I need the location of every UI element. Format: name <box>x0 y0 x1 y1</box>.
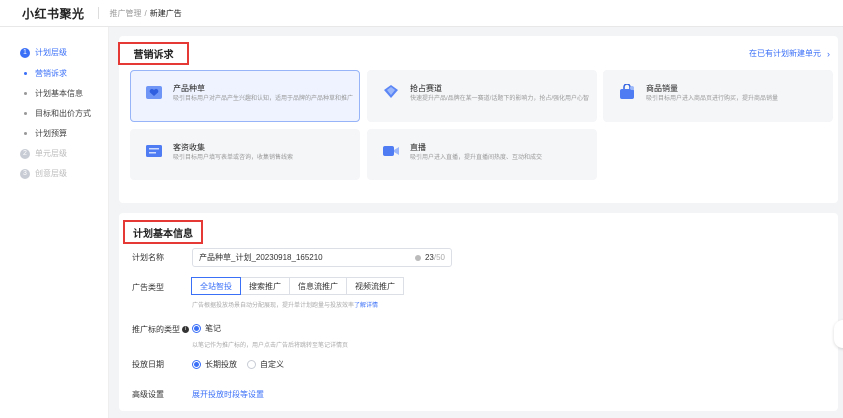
substep-plan-basic-info[interactable]: 计划基本信息 <box>24 88 83 99</box>
goal-description: 吸引用户进入直播，提升直播间热度、互动和成交 <box>410 155 543 161</box>
link-label: 在已有计划新建单元 <box>749 49 821 58</box>
advanced-settings-label: 高级设置 <box>132 390 164 399</box>
goal-description: 吸引目标用户填写表单或咨询，收集销售线索 <box>173 155 294 161</box>
goal-name: 商品销量 <box>646 84 678 93</box>
step-label: 计划层级 <box>35 48 67 57</box>
new-unit-in-existing-plan-link[interactable]: 在已有计划新建单元 › <box>749 48 830 59</box>
hint-text: 广告根据投放场景自动分配展现，提升单计划跑量与投放效率 <box>192 303 355 309</box>
goal-name: 产品种草 <box>173 84 205 93</box>
promo-target-label-text: 推广标的类型 <box>132 325 180 334</box>
step-label: 创意层级 <box>35 169 67 178</box>
goal-live[interactable]: 直播 吸引用户进入直播，提升直播间热度、互动和成交 <box>367 129 597 180</box>
heart-box-icon <box>146 86 162 99</box>
step-label: 单元层级 <box>35 149 67 158</box>
ad-type-video-feed[interactable]: 视频流推广 <box>346 277 404 295</box>
plan-name-value: 产品种草_计划_20230918_165210 <box>199 253 323 262</box>
char-max: /50 <box>433 253 445 262</box>
ad-type-search[interactable]: 搜索推广 <box>240 277 290 295</box>
plan-basic-info-card: 计划基本信息 计划名称 产品种草_计划_20230918_165210 23/5… <box>119 213 838 411</box>
form-icon <box>146 145 162 157</box>
goal-name: 客资收集 <box>173 143 205 152</box>
bullet-icon <box>24 72 27 75</box>
bullet-icon <box>24 92 27 95</box>
char-counter: 23/50 <box>425 253 445 262</box>
clear-icon[interactable] <box>414 254 421 261</box>
radio-icon <box>247 360 256 369</box>
goal-name: 抢占赛道 <box>410 84 442 93</box>
substep-label: 计划基本信息 <box>35 89 83 98</box>
promo-target-note-radio[interactable]: 笔记 <box>192 323 221 334</box>
step-number: 2 <box>20 148 30 159</box>
step-number: 3 <box>20 168 30 179</box>
diamond-icon <box>384 85 398 98</box>
radio-icon <box>192 360 201 369</box>
step-plan-level[interactable]: 1 计划层级 <box>20 47 67 58</box>
ad-type-all-site[interactable]: 全站智投 <box>191 277 241 295</box>
divider <box>97 7 99 19</box>
side-float-button[interactable] <box>834 320 843 348</box>
goal-product-sales[interactable]: 商品销量 吸引目标用户进入商品页进行购买，提升商品销量 <box>603 70 833 122</box>
custom-date-radio[interactable]: 自定义 <box>247 359 284 370</box>
goal-name: 直播 <box>410 143 426 152</box>
expand-advanced-settings-link[interactable]: 展开投放时段等设置 <box>192 389 264 400</box>
goal-description: 吸引目标用户对产品产生兴趣和认知，适用于品牌的产品种草和推广 <box>173 96 354 102</box>
step-unit-level[interactable]: 2 单元层级 <box>20 148 67 159</box>
substep-plan-budget[interactable]: 计划预算 <box>24 128 67 139</box>
radio-icon <box>192 324 201 333</box>
ad-type-hint: 广告根据投放场景自动分配展现，提升单计划跑量与投放效率了解详情 <box>192 300 378 309</box>
substep-label: 营销诉求 <box>35 69 67 78</box>
goal-seize-track[interactable]: 抢占赛道 快速提升产品/品牌在某一赛道/话题下的影响力，抢占/强化用户心智 <box>367 70 597 122</box>
step-creative-level[interactable]: 3 创意层级 <box>20 168 67 179</box>
learn-more-link[interactable]: 了解详情 <box>354 303 378 309</box>
plan-name-label: 计划名称 <box>132 253 164 262</box>
breadcrumb-current: 新建广告 <box>149 8 182 18</box>
breadcrumb-parent[interactable]: 推广管理 <box>110 9 142 18</box>
goal-lead-collection[interactable]: 客资收集 吸引目标用户填写表单或咨询，收集销售线索 <box>130 129 360 180</box>
ad-type-feed[interactable]: 信息流推广 <box>289 277 347 295</box>
substep-marketing-goal[interactable]: 营销诉求 <box>24 68 67 79</box>
char-count: 23 <box>424 253 434 262</box>
shopping-bag-icon <box>620 84 634 99</box>
promo-target-radios: 笔记 <box>192 323 221 334</box>
promo-target-label: 推广标的类型 i <box>132 324 189 335</box>
marketing-goal-card: 营销诉求 在已有计划新建单元 › 产品种草 吸引目标用户对产品产生兴趣和认知，适用… <box>118 36 838 203</box>
radio-label: 长期投放 <box>205 360 237 369</box>
ad-type-segmented: 全站智投 搜索推广 信息流推广 视频流推广 <box>191 277 404 295</box>
live-camera-icon <box>383 146 399 156</box>
long-term-radio[interactable]: 长期投放 <box>192 359 237 370</box>
schedule-date-radios: 长期投放 自定义 <box>192 359 284 370</box>
top-bar: 小红书聚光 推广管理 / 新建广告 <box>0 0 843 27</box>
breadcrumb-separator: / <box>144 8 147 18</box>
section-title-basic-info: 计划基本信息 <box>123 220 203 244</box>
goal-product-seeding[interactable]: 产品种草 吸引目标用户对产品产生兴趣和认知，适用于品牌的产品种草和推广 <box>130 70 360 122</box>
plan-name-input[interactable]: 产品种草_计划_20230918_165210 23/50 <box>192 248 452 267</box>
schedule-date-label: 投放日期 <box>132 360 164 369</box>
substep-target-and-bid[interactable]: 目标和出价方式 <box>24 108 91 119</box>
step-sidebar: 1 计划层级 营销诉求 计划基本信息 目标和出价方式 计划预算 2 单元层级 3… <box>0 27 109 418</box>
ad-type-label: 广告类型 <box>132 283 164 292</box>
bullet-icon <box>24 112 27 115</box>
app-logo[interactable]: 小红书聚光 <box>22 5 85 22</box>
breadcrumb: 推广管理 / 新建广告 <box>110 8 182 19</box>
radio-label: 自定义 <box>260 360 284 369</box>
radio-label: 笔记 <box>205 324 221 333</box>
chevron-right-icon: › <box>827 48 830 59</box>
promo-target-hint: 以笔记作为推广标的，用户点击广告后将跳转至笔记详情页 <box>192 343 349 349</box>
step-number: 1 <box>20 47 30 58</box>
substep-label: 目标和出价方式 <box>35 109 91 118</box>
goal-description: 吸引目标用户进入商品页进行购买，提升商品销量 <box>646 96 779 102</box>
bullet-icon <box>24 132 27 135</box>
substep-label: 计划预算 <box>35 129 67 138</box>
goal-description: 快速提升产品/品牌在某一赛道/话题下的影响力，抢占/强化用户心智 <box>410 96 590 102</box>
info-icon[interactable]: i <box>182 326 189 333</box>
section-title-marketing: 营销诉求 <box>118 42 189 65</box>
